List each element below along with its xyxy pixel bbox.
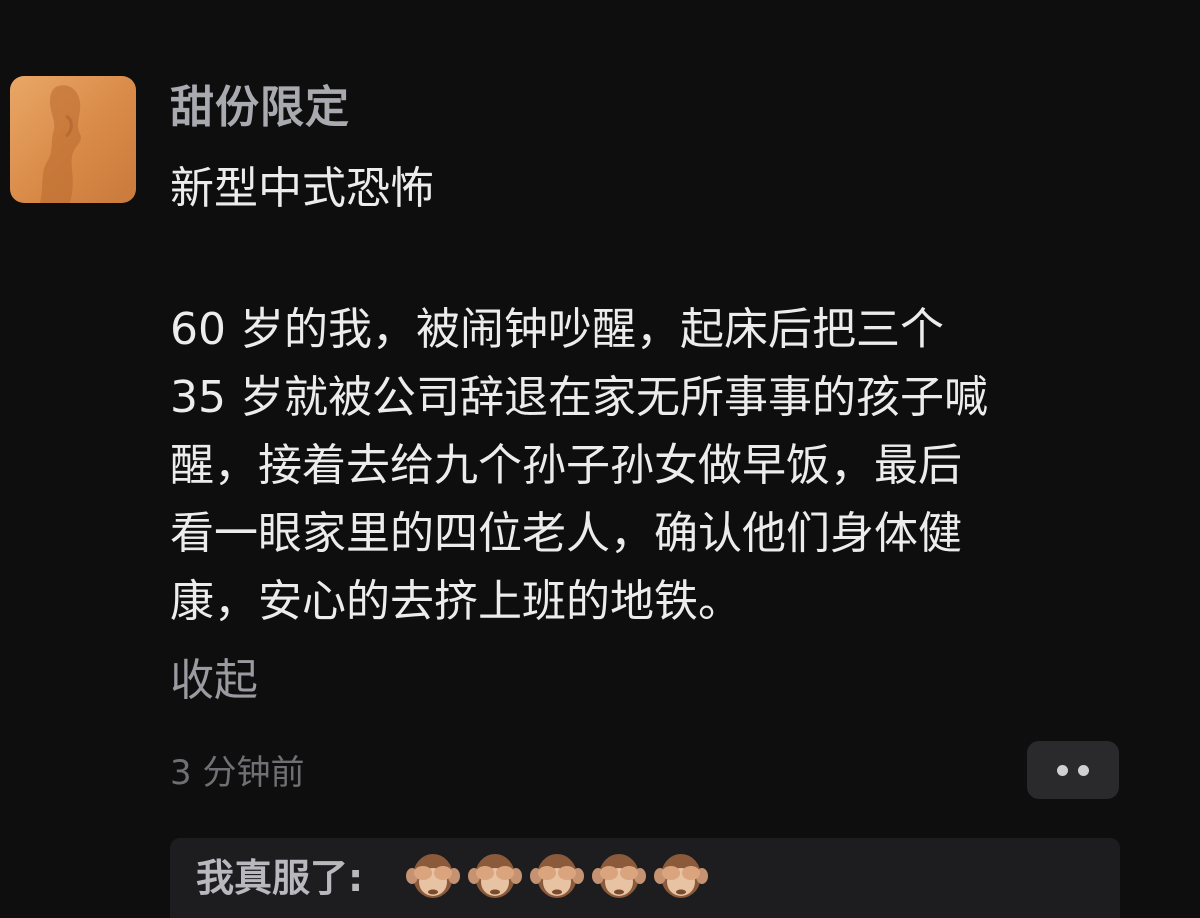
see-no-evil-monkey-icon bbox=[530, 848, 584, 904]
comment-text: 我真服了: bbox=[196, 856, 364, 900]
see-no-evil-monkey-icon bbox=[468, 848, 522, 904]
avatar[interactable] bbox=[10, 76, 136, 203]
comment-emojis bbox=[406, 848, 716, 908]
collapse-link[interactable]: 收起 bbox=[170, 650, 258, 712]
avatar-silhouette-icon bbox=[40, 85, 81, 203]
post-body-line: 醒，接着去给九个孙子孙女做早饭，最后 bbox=[170, 440, 962, 491]
post-body-line: 60 岁的我，被闹钟吵醒，起床后把三个 bbox=[170, 304, 944, 355]
see-no-evil-monkey-icon bbox=[406, 848, 460, 904]
post-card: 甜份限定 新型中式恐怖 60 岁的我，被闹钟吵醒，起床后把三个 35 岁就被公司… bbox=[0, 0, 1200, 918]
post-body: 60 岁的我，被闹钟吵醒，起床后把三个 35 岁就被公司辞退在家无所事事的孩子喊… bbox=[170, 296, 1130, 636]
more-dots-icon bbox=[1057, 765, 1068, 776]
post-timestamp: 3 分钟前 bbox=[170, 753, 305, 793]
comment-preview[interactable]: 我真服了: bbox=[170, 838, 1120, 918]
post-body-line: 35 岁就被公司辞退在家无所事事的孩子喊 bbox=[170, 372, 988, 423]
see-no-evil-monkey-icon bbox=[592, 848, 646, 904]
post-headline: 新型中式恐怖 bbox=[170, 163, 434, 214]
more-options-button[interactable] bbox=[1027, 741, 1119, 799]
post-body-line: 看一眼家里的四位老人，确认他们身体健 bbox=[170, 508, 962, 559]
see-no-evil-monkey-icon bbox=[654, 848, 708, 904]
username[interactable]: 甜份限定 bbox=[170, 78, 350, 138]
post-body-line: 康，安心的去挤上班的地铁。 bbox=[170, 576, 742, 627]
more-dots-icon bbox=[1078, 765, 1089, 776]
